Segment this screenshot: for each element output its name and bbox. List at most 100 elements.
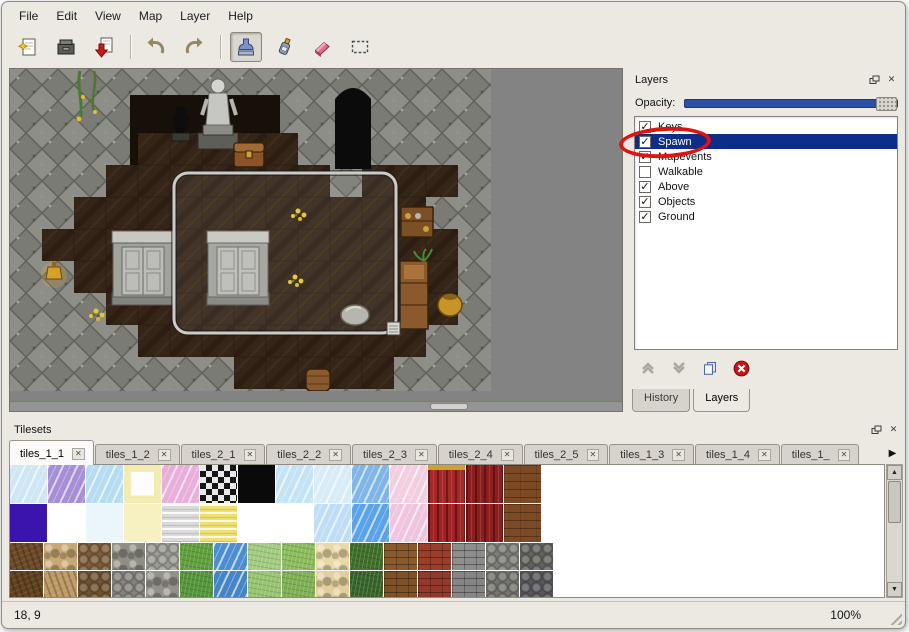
stamp-tool-button[interactable]: [230, 32, 262, 62]
tileset-tab-tiles_2_5[interactable]: tiles_2_5✕: [524, 444, 609, 465]
tileset-tile[interactable]: [486, 571, 519, 598]
tileset-tile[interactable]: [78, 571, 111, 598]
tileset-tile[interactable]: [466, 465, 503, 503]
tab-close-icon[interactable]: ✕: [244, 449, 257, 461]
tileset-tile[interactable]: [86, 465, 123, 503]
layer-row-spawn[interactable]: ✓Spawn: [635, 134, 897, 149]
tileset-tile[interactable]: [162, 504, 199, 542]
tileset-tile[interactable]: [214, 571, 247, 598]
tileset-tab-tiles_1_4[interactable]: tiles_1_4✕: [695, 444, 780, 465]
tileset-tile[interactable]: [314, 504, 351, 542]
dock-tab-history[interactable]: History: [632, 389, 690, 412]
tileset-tile[interactable]: [350, 543, 383, 570]
tileset-tile[interactable]: [124, 504, 161, 542]
tileset-tile[interactable]: [10, 543, 43, 570]
tileset-tile[interactable]: [466, 504, 503, 542]
layer-row-objects[interactable]: ✓Objects: [635, 194, 897, 209]
tileset-tile[interactable]: [350, 571, 383, 598]
tileset-tile[interactable]: [180, 543, 213, 570]
tileset-tile[interactable]: [390, 504, 427, 542]
tab-close-icon[interactable]: ✕: [758, 449, 771, 461]
tileset-tile[interactable]: [200, 465, 237, 503]
tileset-tab-tiles_1_3[interactable]: tiles_1_3✕: [609, 444, 694, 465]
tileset-tile[interactable]: [418, 543, 451, 570]
tileset-tile[interactable]: [10, 571, 43, 598]
tab-close-icon[interactable]: ✕: [587, 449, 600, 461]
menu-map[interactable]: Map: [130, 5, 171, 27]
layer-visibility-checkbox[interactable]: [639, 166, 651, 178]
duplicate-layer-button[interactable]: [701, 359, 719, 377]
tileset-tile[interactable]: [520, 543, 553, 570]
tileset-tile[interactable]: [78, 543, 111, 570]
fill-tool-button[interactable]: [268, 32, 300, 62]
tileset-tile[interactable]: [452, 543, 485, 570]
tileset-tile[interactable]: [10, 465, 47, 503]
dock-tab-layers[interactable]: Layers: [693, 389, 750, 412]
tileset-tile[interactable]: [282, 571, 315, 598]
move-layer-down-button[interactable]: [670, 359, 688, 377]
tileset-tile[interactable]: [520, 571, 553, 598]
scroll-down-arrow[interactable]: ▼: [887, 582, 902, 597]
undo-button[interactable]: [140, 32, 172, 62]
tileset-tile[interactable]: [238, 504, 275, 542]
float-dock-button[interactable]: [867, 73, 882, 86]
tileset-vscroll-thumb[interactable]: [888, 481, 901, 523]
menu-view[interactable]: View: [86, 5, 130, 27]
redo-button[interactable]: [178, 32, 210, 62]
float-tilesets-button[interactable]: [869, 423, 884, 436]
tileset-tab-tiles_1_1[interactable]: tiles_1_1✕: [9, 440, 94, 465]
tileset-tile[interactable]: [124, 465, 161, 503]
opacity-slider-handle[interactable]: [876, 97, 897, 111]
tileset-tab-tiles_2_2[interactable]: tiles_2_2✕: [266, 444, 351, 465]
window-resize-grip[interactable]: [887, 610, 902, 625]
tab-close-icon[interactable]: ✕: [415, 449, 428, 461]
tileset-tile[interactable]: [146, 571, 179, 598]
tileset-tile[interactable]: [428, 504, 465, 542]
save-button[interactable]: [88, 32, 120, 62]
tab-close-icon[interactable]: ✕: [158, 449, 171, 461]
tileset-tile[interactable]: [316, 571, 349, 598]
map-selection-rect[interactable]: [174, 173, 400, 335]
tileset-tile[interactable]: [180, 571, 213, 598]
tileset-tile[interactable]: [214, 543, 247, 570]
tileset-tab-tiles_2_1[interactable]: tiles_2_1✕: [181, 444, 266, 465]
layer-row-ground[interactable]: ✓Ground: [635, 209, 897, 224]
menu-file[interactable]: File: [10, 5, 47, 27]
layer-visibility-checkbox[interactable]: ✓: [639, 136, 651, 148]
layer-row-mapevents[interactable]: ✓Mapevents: [635, 149, 897, 164]
layer-row-walkable[interactable]: Walkable: [635, 164, 897, 179]
tileset-tile[interactable]: [504, 504, 541, 542]
tileset-tile[interactable]: [352, 465, 389, 503]
layer-visibility-checkbox[interactable]: ✓: [639, 196, 651, 208]
tileset-tile[interactable]: [282, 543, 315, 570]
tileset-tile[interactable]: [146, 543, 179, 570]
open-button[interactable]: [50, 32, 82, 62]
delete-layer-button[interactable]: [732, 359, 750, 377]
menu-edit[interactable]: Edit: [47, 5, 86, 27]
tileset-tab-tiles_2_3[interactable]: tiles_2_3✕: [352, 444, 437, 465]
tileset-tile[interactable]: [352, 504, 389, 542]
tab-close-icon[interactable]: ✕: [501, 449, 514, 461]
tileset-grid[interactable]: [9, 464, 885, 598]
tab-close-icon[interactable]: ✕: [72, 448, 85, 460]
map-canvas[interactable]: [10, 69, 491, 391]
layer-visibility-checkbox[interactable]: ✓: [639, 181, 651, 193]
tileset-tile[interactable]: [384, 571, 417, 598]
menu-help[interactable]: Help: [219, 5, 262, 27]
tileset-tile[interactable]: [112, 571, 145, 598]
tileset-tile[interactable]: [390, 465, 427, 503]
select-tool-button[interactable]: [344, 32, 376, 62]
tileset-tile[interactable]: [316, 543, 349, 570]
tileset-tile[interactable]: [200, 504, 237, 542]
layer-row-above[interactable]: ✓Above: [635, 179, 897, 194]
selection-resize-handle[interactable]: [387, 322, 400, 335]
layer-row-keys[interactable]: ✓Keys: [635, 119, 897, 134]
tileset-tile[interactable]: [112, 543, 145, 570]
tab-close-icon[interactable]: ✕: [329, 449, 342, 461]
tileset-tile[interactable]: [48, 504, 85, 542]
move-layer-up-button[interactable]: [639, 359, 657, 377]
new-button[interactable]: [12, 32, 44, 62]
tileset-tile[interactable]: [44, 543, 77, 570]
map-hscroll-thumb[interactable]: [430, 403, 468, 410]
layer-visibility-checkbox[interactable]: ✓: [639, 121, 651, 133]
